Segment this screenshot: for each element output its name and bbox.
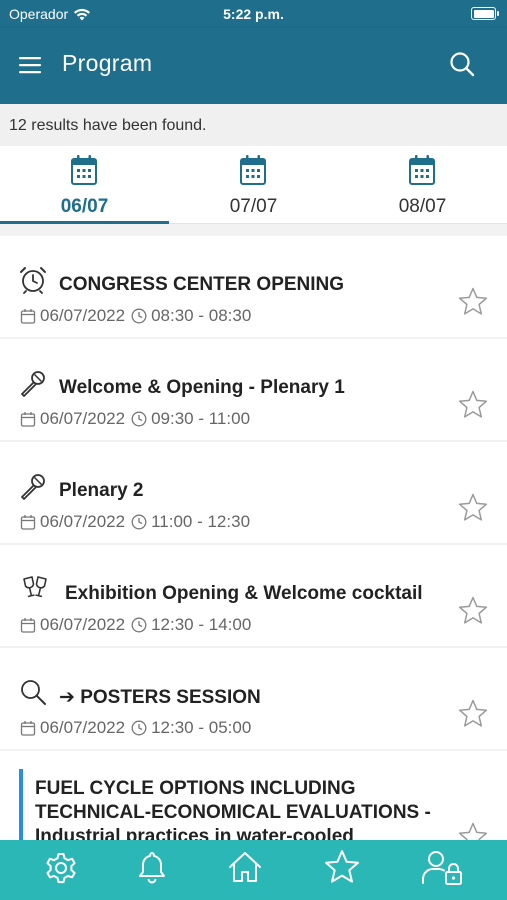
calendar-small-icon <box>20 618 36 633</box>
list-item[interactable]: ➔ POSTERS SESSION 06/07/2022 12:30 - 05:… <box>0 648 507 749</box>
tab-label: 06/07 <box>60 196 109 217</box>
favorite-star-icon[interactable] <box>457 698 489 730</box>
item-date: 06/07/2022 <box>40 512 126 531</box>
magnifier-icon <box>21 680 46 705</box>
clock-small-icon <box>131 617 147 633</box>
date-tabs: 06/07 07/07 08/07 <box>0 146 507 224</box>
page-title: Program <box>62 50 153 76</box>
list-item[interactable]: Exhibition Opening & Welcome cocktail 06… <box>0 545 507 646</box>
item-time: 12:30 - 05:00 <box>151 718 252 737</box>
item-title-line: Industrial practices in water-cooled <box>35 826 354 840</box>
battery-icon <box>471 7 499 20</box>
calendar-small-icon <box>20 515 36 530</box>
search-icon[interactable] <box>448 50 476 78</box>
item-title: Plenary 2 <box>59 480 144 501</box>
bell-icon[interactable] <box>133 848 171 886</box>
session-accent-bar <box>19 769 23 840</box>
list-item[interactable]: Welcome & Opening - Plenary 1 06/07/2022… <box>0 339 507 440</box>
item-date: 06/07/2022 <box>40 409 126 428</box>
item-time: 09:30 - 11:00 <box>151 409 251 428</box>
item-time: 12:30 - 14:00 <box>151 615 252 634</box>
item-title: FUEL CYCLE OPTIONS INCLUDING TECHNICAL-E… <box>35 777 445 840</box>
app-bar: Program <box>0 28 507 104</box>
item-date: 06/07/2022 <box>40 615 126 634</box>
bottom-nav <box>0 840 507 900</box>
clock-small-icon <box>131 514 147 530</box>
item-meta: 06/07/2022 08:30 - 08:30 <box>20 306 251 326</box>
list-item[interactable]: CONGRESS CENTER OPENING 06/07/2022 08:30… <box>0 236 507 337</box>
star-icon[interactable] <box>323 848 361 886</box>
item-title: ➔ POSTERS SESSION <box>59 687 261 708</box>
favorite-star-icon[interactable] <box>457 821 489 840</box>
favorite-star-icon[interactable] <box>457 492 489 524</box>
calendar-icon <box>240 155 266 185</box>
home-icon[interactable] <box>226 848 264 886</box>
calendar-small-icon <box>20 309 36 324</box>
favorite-star-icon[interactable] <box>457 389 489 421</box>
item-meta: 06/07/2022 12:30 - 05:00 <box>20 718 251 738</box>
calendar-small-icon <box>20 412 36 427</box>
clock-small-icon <box>131 720 147 736</box>
item-time: 11:00 - 12:30 <box>151 512 251 531</box>
clock-small-icon <box>131 308 147 324</box>
list-item[interactable]: FUEL CYCLE OPTIONS INCLUDING TECHNICAL-E… <box>0 751 507 840</box>
tab-day-3[interactable]: 08/07 <box>338 146 507 224</box>
program-list: CONGRESS CENTER OPENING 06/07/2022 08:30… <box>0 224 507 840</box>
item-title: CONGRESS CENTER OPENING <box>59 274 345 295</box>
clock: 5:22 p.m. <box>223 6 284 22</box>
item-meta: 06/07/2022 09:30 - 11:00 <box>20 409 250 429</box>
calendar-small-icon <box>20 721 36 736</box>
item-title-line: TECHNICAL-ECONOMICAL EVALUATIONS - <box>35 802 431 823</box>
list-item[interactable]: Plenary 2 06/07/2022 11:00 - 12:30 <box>0 442 507 543</box>
item-meta: 06/07/2022 11:00 - 12:30 <box>20 512 250 532</box>
calendar-icon <box>71 155 97 185</box>
results-count: 12 results have been found. <box>0 104 507 146</box>
item-title: Welcome & Opening - Plenary 1 <box>59 377 345 398</box>
alarm-clock-icon <box>20 267 46 294</box>
favorite-star-icon[interactable] <box>457 286 489 318</box>
item-title-line: FUEL CYCLE OPTIONS INCLUDING <box>35 778 356 799</box>
clock-small-icon <box>131 411 147 427</box>
tab-day-1[interactable]: 06/07 <box>0 146 169 224</box>
item-time: 08:30 - 08:30 <box>151 306 252 325</box>
user-lock-icon[interactable] <box>420 848 464 886</box>
item-title: Exhibition Opening & Welcome cocktail <box>65 583 423 604</box>
tab-day-2[interactable]: 07/07 <box>169 146 338 224</box>
favorite-star-icon[interactable] <box>457 595 489 627</box>
item-meta: 06/07/2022 12:30 - 14:00 <box>20 615 251 635</box>
cheers-glasses-icon <box>23 576 47 598</box>
settings-gear-icon[interactable] <box>42 848 80 886</box>
microphone-icon <box>21 474 45 500</box>
item-date: 06/07/2022 <box>40 718 126 737</box>
item-date: 06/07/2022 <box>40 306 126 325</box>
microphone-icon <box>21 371 45 397</box>
tab-label: 07/07 <box>229 196 278 217</box>
hamburger-menu-icon[interactable] <box>18 53 42 77</box>
calendar-icon <box>409 155 435 185</box>
tab-label: 08/07 <box>398 196 447 217</box>
status-bar: Operador 5:22 p.m. <box>0 0 507 28</box>
